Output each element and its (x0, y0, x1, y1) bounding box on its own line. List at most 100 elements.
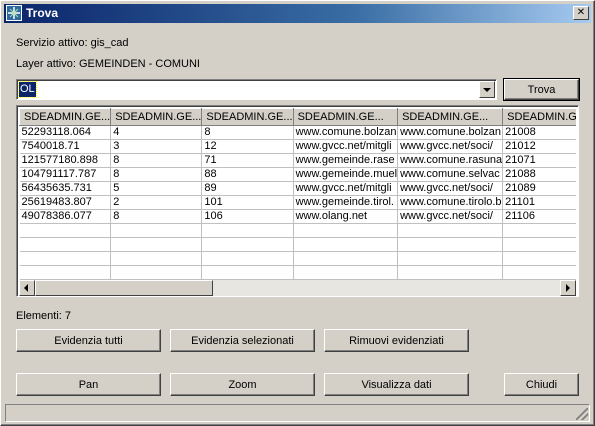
table-cell[interactable]: www.gemeinde.rase (293, 153, 399, 168)
table-cell[interactable] (502, 251, 576, 266)
column-header[interactable]: SDEADMIN.GE... (19, 108, 112, 126)
find-button[interactable]: Trova (503, 78, 580, 101)
table-cell[interactable]: 56435635.731 (19, 181, 112, 196)
table-cell[interactable] (397, 223, 504, 238)
column-header[interactable]: SDEADMIN.GE... (201, 108, 294, 126)
table-cell[interactable] (201, 265, 294, 280)
table-row[interactable]: 49078386.077 8 106 www.olang.net www.gvcc.ne… (19, 209, 576, 224)
table-cell[interactable]: www.comune.bolzan (397, 125, 504, 140)
pan-button[interactable]: Pan (16, 373, 161, 396)
table-cell[interactable]: 21012 (502, 139, 576, 154)
table-cell[interactable]: www.gemeinde.tirol. (293, 195, 399, 210)
table-cell[interactable] (201, 251, 294, 266)
chevron-down-icon[interactable] (479, 81, 495, 98)
zoom-button[interactable]: Zoom (170, 373, 315, 396)
table-cell[interactable] (293, 223, 399, 238)
table-cell[interactable]: 88 (201, 167, 294, 182)
horizontal-scrollbar[interactable] (19, 280, 576, 296)
close-icon[interactable]: ✕ (573, 6, 589, 20)
table-cell[interactable]: www.comune.rasuna (397, 153, 504, 168)
scroll-right-icon[interactable] (560, 280, 576, 296)
close-button[interactable]: Chiudi (504, 373, 579, 396)
table-cell[interactable] (19, 251, 112, 266)
table-cell[interactable]: www.comune.bolzan (293, 125, 399, 140)
table-cell[interactable]: 21071 (502, 153, 576, 168)
results-grid[interactable]: SDEADMIN.GE... SDEADMIN.GE... SDEADMIN.GE.… (16, 105, 579, 297)
table-cell[interactable]: www.gvcc.net/mitgli (293, 139, 399, 154)
table-cell[interactable] (19, 223, 112, 238)
table-cell[interactable]: 21101 (502, 195, 576, 210)
table-cell[interactable]: www.comune.tirolo.b (397, 195, 504, 210)
table-cell[interactable]: 4 (110, 125, 203, 140)
table-cell[interactable] (397, 237, 504, 252)
table-cell[interactable] (201, 223, 294, 238)
table-cell[interactable]: 25619483.807 (19, 195, 112, 210)
table-cell[interactable]: 8 (201, 125, 294, 140)
remove-highlights-button[interactable]: Rimuovi evidenziati (324, 329, 469, 352)
table-cell[interactable] (201, 237, 294, 252)
highlight-all-button[interactable]: Evidenzia tutti (16, 329, 161, 352)
table-row[interactable] (19, 237, 576, 252)
table-cell[interactable]: www.gvcc.net/mitgli (293, 181, 399, 196)
table-cell[interactable] (397, 265, 504, 280)
table-cell[interactable] (110, 237, 203, 252)
highlight-selected-button[interactable]: Evidenzia selezionati (170, 329, 315, 352)
table-cell[interactable] (397, 251, 504, 266)
table-row[interactable]: 56435635.731 5 89 www.gvcc.net/mitgli www.gv… (19, 181, 576, 196)
table-cell[interactable]: www.olang.net (293, 209, 399, 224)
table-cell[interactable] (502, 265, 576, 280)
table-row[interactable] (19, 223, 576, 238)
resize-grip-icon[interactable] (576, 408, 588, 420)
table-cell[interactable]: www.gvcc.net/soci/ (397, 209, 504, 224)
table-cell[interactable]: 8 (110, 167, 203, 182)
column-header[interactable]: SDEADMIN.GE... (397, 108, 504, 126)
table-cell[interactable]: 21106 (502, 209, 576, 224)
table-cell[interactable]: 52293118.064 (19, 125, 112, 140)
view-data-button[interactable]: Visualizza dati (324, 373, 469, 396)
table-cell[interactable]: 101 (201, 195, 294, 210)
table-cell[interactable]: 3 (110, 139, 203, 154)
table-cell[interactable] (19, 237, 112, 252)
table-cell[interactable] (19, 265, 112, 280)
table-cell[interactable]: 8 (110, 153, 203, 168)
table-row[interactable] (19, 251, 576, 266)
table-cell[interactable] (110, 223, 203, 238)
results-table[interactable]: SDEADMIN.GE... SDEADMIN.GE... SDEADMIN.GE.… (19, 108, 576, 280)
table-cell[interactable]: 121577180.898 (19, 153, 112, 168)
table-cell[interactable]: 106 (201, 209, 294, 224)
table-row[interactable]: 121577180.898 8 71 www.gemeinde.rase www.com… (19, 153, 576, 168)
table-cell[interactable]: 49078386.077 (19, 209, 112, 224)
table-cell[interactable]: 89 (201, 181, 294, 196)
column-header[interactable]: SDEADMIN.GE... (502, 108, 576, 126)
scroll-left-icon[interactable] (19, 280, 35, 296)
table-cell[interactable] (293, 265, 399, 280)
table-cell[interactable]: 21088 (502, 167, 576, 182)
table-row[interactable]: 104791117.787 8 88 www.gemeinde.muel www.com… (19, 167, 576, 182)
table-cell[interactable] (502, 237, 576, 252)
table-cell[interactable]: 21089 (502, 181, 576, 196)
title-bar[interactable]: Trova ✕ (4, 4, 591, 23)
table-cell[interactable]: 7540018.71 (19, 139, 112, 154)
table-cell[interactable]: www.gemeinde.muel (293, 167, 399, 182)
table-cell[interactable] (502, 223, 576, 238)
table-cell[interactable]: 2 (110, 195, 203, 210)
table-cell[interactable]: 8 (110, 209, 203, 224)
table-cell[interactable] (110, 265, 203, 280)
table-row[interactable]: 25619483.807 2 101 www.gemeinde.tirol. www.c… (19, 195, 576, 210)
table-row[interactable] (19, 265, 576, 280)
table-cell[interactable]: 5 (110, 181, 203, 196)
table-cell[interactable]: 104791117.787 (19, 167, 112, 182)
search-combobox[interactable]: OL (16, 79, 497, 100)
scroll-thumb[interactable] (35, 280, 213, 296)
table-cell[interactable]: 21008 (502, 125, 576, 140)
table-cell[interactable] (293, 237, 399, 252)
table-cell[interactable] (293, 251, 399, 266)
table-cell[interactable]: 12 (201, 139, 294, 154)
table-cell[interactable]: www.gvcc.net/soci/ (397, 139, 504, 154)
table-cell[interactable] (110, 251, 203, 266)
table-cell[interactable]: www.gvcc.net/soci/ (397, 181, 504, 196)
table-row[interactable]: 52293118.064 4 8 www.comune.bolzan www.comun… (19, 125, 576, 140)
table-cell[interactable]: www.comune.selvac (397, 167, 504, 182)
search-input-value[interactable]: OL (18, 81, 37, 98)
table-cell[interactable]: 71 (201, 153, 294, 168)
